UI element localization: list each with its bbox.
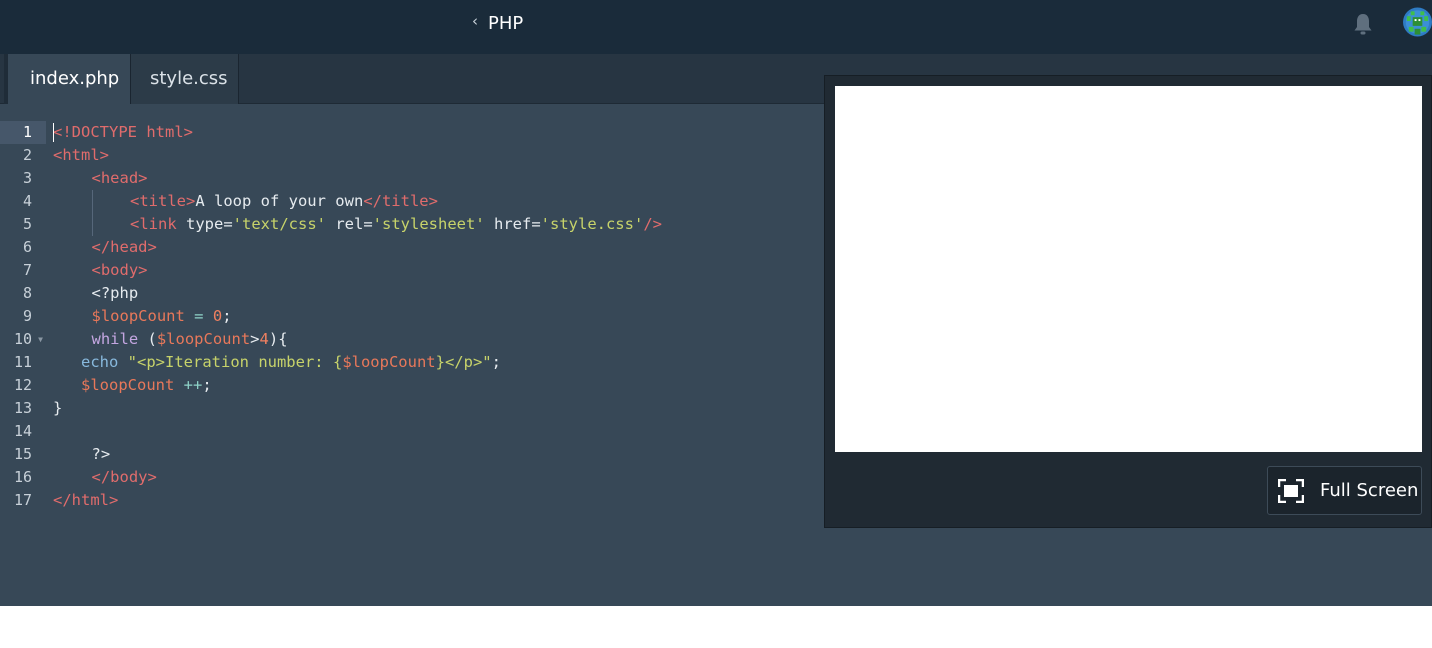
line-number: 8	[0, 282, 46, 305]
code-token: </title>	[363, 192, 438, 210]
tab-style-css[interactable]: style.css	[130, 54, 239, 104]
tab-index-php[interactable]: index.php	[4, 54, 130, 104]
line-number: 17	[0, 489, 46, 512]
code-token: while	[91, 330, 139, 348]
code-token: (	[138, 330, 157, 348]
user-avatar[interactable]	[1403, 7, 1432, 37]
line-number-text: 13	[13, 399, 32, 417]
line-number: 10 ▼	[0, 328, 46, 351]
indent-guide	[91, 190, 93, 213]
code-token: A loop of your own	[195, 192, 364, 210]
line-number-gutter: 1 2 3 4 5 6 7 8 9 10 ▼ 11 12 13 14 15 16 17	[0, 121, 46, 512]
code-token: </head>	[91, 238, 157, 256]
code-token: <title>	[130, 192, 196, 210]
line-number-text: 11	[13, 353, 32, 371]
code-token: ;	[491, 353, 501, 371]
line-number-text: 17	[13, 491, 32, 509]
code-token: }	[53, 399, 63, 417]
code-token: <!DOCTYPE html>	[53, 123, 193, 141]
code-token: ;	[202, 376, 212, 394]
line-number: 2	[0, 144, 46, 167]
code-token: <?php	[91, 284, 139, 302]
bell-icon[interactable]	[1352, 12, 1374, 36]
code-token: </html>	[53, 491, 119, 509]
code-token: 4	[259, 330, 269, 348]
line-number-text: 3	[22, 169, 32, 187]
text-cursor	[53, 123, 54, 142]
code-token: ){	[268, 330, 288, 348]
line-number-text: 15	[13, 445, 32, 463]
code-token: >	[250, 330, 260, 348]
code-token: =	[194, 307, 204, 325]
line-number: 4	[0, 190, 46, 213]
line-number-text: 10	[13, 330, 32, 348]
line-number: 7	[0, 259, 46, 282]
line-number-text: 14	[13, 422, 32, 440]
code-token: <body>	[91, 261, 148, 279]
full-screen-button[interactable]: Full Screen	[1267, 466, 1422, 515]
line-number: 1	[0, 121, 46, 144]
code-token: $loopCount	[91, 307, 185, 325]
code-token: ++	[183, 376, 203, 394]
line-number: 12	[0, 374, 46, 397]
line-number: 13	[0, 397, 46, 420]
code-token: }</p>"	[435, 353, 492, 371]
code-token: <html>	[53, 146, 109, 164]
line-number: 14	[0, 420, 46, 443]
code-token: 0	[212, 307, 223, 325]
code-token: href=	[484, 215, 541, 233]
line-number-text: 4	[22, 192, 32, 210]
line-number: 6	[0, 236, 46, 259]
code-token: rel=	[326, 215, 373, 233]
line-number: 11	[0, 351, 46, 374]
code-token: echo	[81, 353, 119, 371]
code-token: type=	[186, 215, 233, 233]
fold-arrow-icon[interactable]: ▼	[38, 328, 43, 351]
line-number-text: 2	[22, 146, 32, 164]
top-bar: ‹ PHP	[0, 0, 1432, 54]
line-number-text: 7	[22, 261, 32, 279]
line-number: 3	[0, 167, 46, 190]
line-number-text: 1	[22, 123, 32, 141]
preview-panel: Full Screen	[824, 75, 1432, 528]
page-title: PHP	[488, 13, 524, 34]
code-token: $loopCount	[81, 376, 175, 394]
indent-guide	[91, 213, 93, 236]
line-number-text: 12	[13, 376, 32, 394]
back-chevron-icon[interactable]: ‹	[472, 12, 478, 30]
line-number: 9	[0, 305, 46, 328]
code-token: $loopCount	[342, 353, 436, 371]
line-number: 5	[0, 213, 46, 236]
line-number-text: 16	[13, 468, 32, 486]
code-token: 'style.css'	[540, 215, 644, 233]
code-token: </body>	[91, 468, 157, 486]
fullscreen-icon	[1278, 479, 1304, 503]
line-number-text: 9	[22, 307, 32, 325]
code-token: "<p>Iteration number: {	[127, 353, 343, 371]
code-token: ;	[222, 307, 232, 325]
line-number-text: 5	[22, 215, 32, 233]
code-token: <link	[130, 215, 186, 233]
code-token: />	[643, 215, 662, 233]
code-token: 'stylesheet'	[372, 215, 485, 233]
full-screen-label: Full Screen	[1320, 480, 1419, 501]
code-token: <head>	[91, 169, 148, 187]
line-number-text: 8	[22, 284, 32, 302]
line-number: 15	[0, 443, 46, 466]
code-token: $loopCount	[156, 330, 251, 348]
preview-frame[interactable]	[835, 86, 1422, 452]
code-token: 'text/css'	[232, 215, 326, 233]
code-token: ?>	[91, 445, 111, 463]
line-number-text: 6	[22, 238, 32, 256]
line-number: 16	[0, 466, 46, 489]
